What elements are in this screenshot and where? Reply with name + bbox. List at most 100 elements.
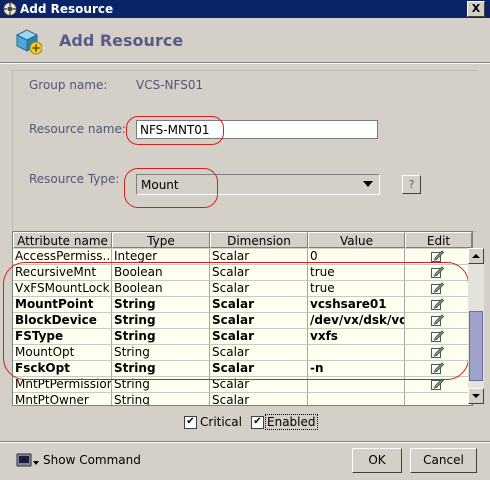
enabled-checkbox[interactable]: ✔ (251, 416, 264, 429)
type-cell: String (112, 345, 210, 361)
form-panel (12, 70, 477, 232)
type-cell: Integer (112, 249, 210, 265)
type-cell: String (112, 377, 210, 393)
resource-type-label: Resource Type: (29, 172, 120, 186)
resource-icon (15, 29, 42, 55)
edit-cell (405, 281, 472, 297)
edit-icon[interactable] (431, 378, 444, 390)
attribute-name-cell: FSType (13, 329, 112, 345)
type-cell: Boolean (112, 265, 210, 281)
value-cell: -n (308, 361, 405, 377)
edit-icon[interactable] (431, 250, 444, 262)
app-icon (3, 2, 17, 16)
attribute-name-cell: FsckOpt (13, 361, 112, 377)
edit-cell (405, 393, 472, 405)
help-icon: ? (408, 178, 415, 191)
column-header[interactable]: Edit (405, 232, 472, 248)
attribute-name-cell: VxFSMountLock (13, 281, 112, 297)
attribute-name-cell: MountPoint (13, 297, 112, 313)
value-cell: true (308, 265, 405, 281)
column-header[interactable]: Attribute name (13, 232, 112, 248)
dimension-cell: Scalar (210, 329, 308, 345)
attribute-name-cell: BlockDevice (13, 313, 112, 329)
type-cell: String (112, 313, 210, 329)
edit-cell (405, 361, 472, 377)
help-button[interactable]: ? (402, 175, 421, 194)
edit-icon[interactable] (431, 282, 444, 294)
value-cell: /dev/vx/dsk/vcs... (308, 313, 405, 329)
cancel-button[interactable]: Cancel (410, 448, 477, 473)
value-cell: vxfs (308, 329, 405, 345)
table-row[interactable]: MntPtPermission String Scalar (13, 377, 472, 393)
attribute-table: Attribute name Type Dimension Value Edit… (12, 231, 473, 406)
check-icon: ✔ (253, 416, 262, 427)
edit-icon[interactable] (431, 298, 444, 310)
footer-divider (0, 441, 490, 443)
chevron-down-icon (363, 181, 373, 187)
chevron-down-icon (472, 394, 480, 398)
attribute-name-cell: AccessPermiss... (13, 249, 112, 265)
dialog-heading: Add Resource (59, 31, 184, 50)
resource-type-value: Mount (141, 178, 179, 192)
show-command-button[interactable] (16, 452, 40, 470)
table-row[interactable]: AccessPermiss... Integer Scalar 0 (13, 249, 472, 265)
table-row[interactable]: VxFSMountLock Boolean Scalar true (13, 281, 472, 297)
close-button[interactable]: X (467, 1, 485, 17)
edit-icon[interactable] (431, 266, 444, 278)
dimension-cell: Scalar (210, 377, 308, 393)
critical-label: Critical (200, 415, 242, 429)
dimension-cell: Scalar (210, 265, 308, 281)
ok-button[interactable]: OK (352, 448, 402, 473)
edit-icon[interactable] (431, 330, 444, 342)
table-row[interactable]: FSType String Scalar vxfs (13, 329, 472, 345)
dimension-cell: Scalar (210, 361, 308, 377)
edit-cell (405, 329, 472, 345)
edit-cell (405, 377, 472, 393)
dimension-cell: Scalar (210, 393, 308, 405)
table-row[interactable]: MountPoint String Scalar vcshsare01 (13, 297, 472, 313)
edit-icon[interactable] (431, 362, 444, 374)
dimension-cell: Scalar (210, 345, 308, 361)
resource-type-select[interactable]: Mount (136, 174, 380, 195)
column-header[interactable]: Dimension (210, 232, 308, 248)
type-cell: String (112, 297, 210, 313)
value-cell (308, 377, 405, 393)
table-scrollbar[interactable] (468, 248, 484, 404)
value-cell: true (308, 281, 405, 297)
column-header[interactable]: Value (308, 232, 405, 248)
type-cell: Boolean (112, 281, 210, 297)
edit-cell (405, 265, 472, 281)
value-cell (308, 393, 405, 405)
group-name-value: VCS-NFS01 (136, 78, 204, 92)
resource-name-field[interactable]: NFS-MNT01 (136, 120, 378, 139)
scroll-down-button[interactable] (468, 388, 484, 404)
value-cell (308, 345, 405, 361)
attribute-name-cell: MntPtOwner (13, 393, 112, 405)
edit-icon[interactable] (431, 314, 444, 326)
type-cell: String (112, 329, 210, 345)
banner-divider (0, 62, 490, 64)
table-row[interactable]: MntPtOwner String Scalar (13, 393, 472, 405)
command-icon (16, 453, 39, 467)
dimension-cell: Scalar (210, 281, 308, 297)
check-icon: ✔ (186, 416, 195, 427)
type-cell: String (112, 393, 210, 405)
window-title: Add Resource (20, 2, 114, 16)
group-name-label: Group name: (29, 78, 108, 92)
attribute-name-cell: MntPtPermission (13, 377, 112, 393)
table-row[interactable]: BlockDevice String Scalar /dev/vx/dsk/vc… (13, 313, 472, 329)
show-command-label[interactable]: Show Command (43, 453, 141, 467)
edit-cell (405, 345, 472, 361)
scroll-thumb[interactable] (469, 311, 483, 381)
type-cell: String (112, 361, 210, 377)
edit-cell (405, 249, 472, 265)
edit-icon[interactable] (431, 346, 444, 358)
table-row[interactable]: MountOpt String Scalar (13, 345, 472, 361)
table-row[interactable]: RecursiveMnt Boolean Scalar true (13, 265, 472, 281)
critical-checkbox[interactable]: ✔ (184, 416, 197, 429)
column-header[interactable]: Type (112, 232, 210, 248)
table-row[interactable]: FsckOpt String Scalar -n (13, 361, 472, 377)
close-icon: X (471, 2, 481, 15)
scroll-up-button[interactable] (468, 248, 484, 264)
edit-cell (405, 313, 472, 329)
